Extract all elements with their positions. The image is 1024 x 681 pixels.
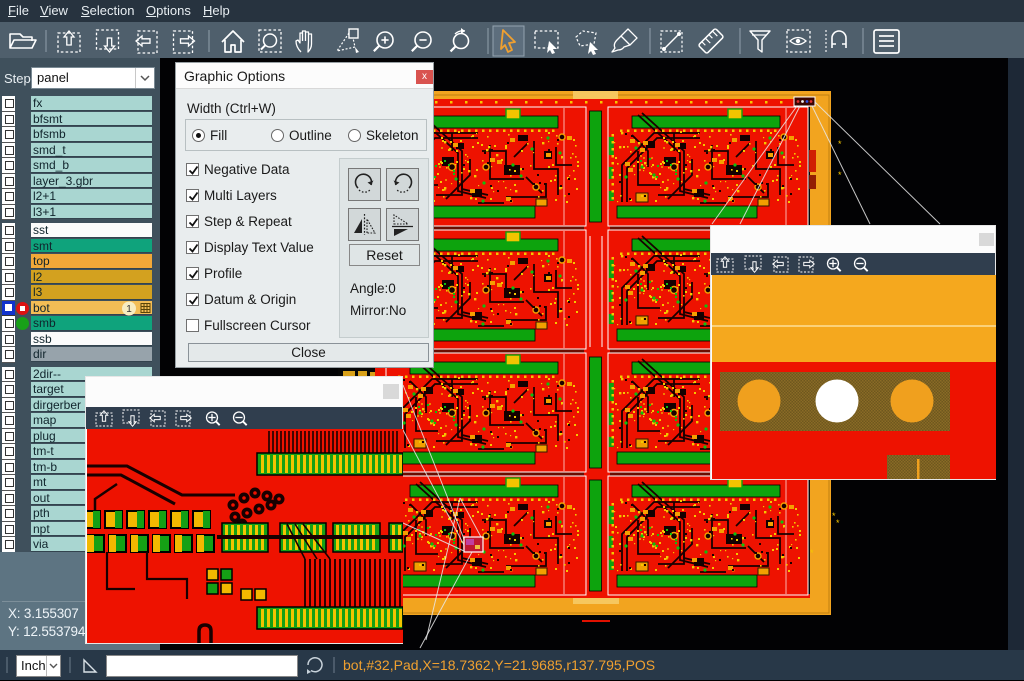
svg-text:*: * — [838, 170, 842, 180]
svg-text:*: * — [836, 518, 840, 528]
svg-text:1: 1 — [126, 304, 132, 315]
svg-text:*: * — [838, 139, 842, 149]
svg-text:*: * — [810, 548, 814, 558]
